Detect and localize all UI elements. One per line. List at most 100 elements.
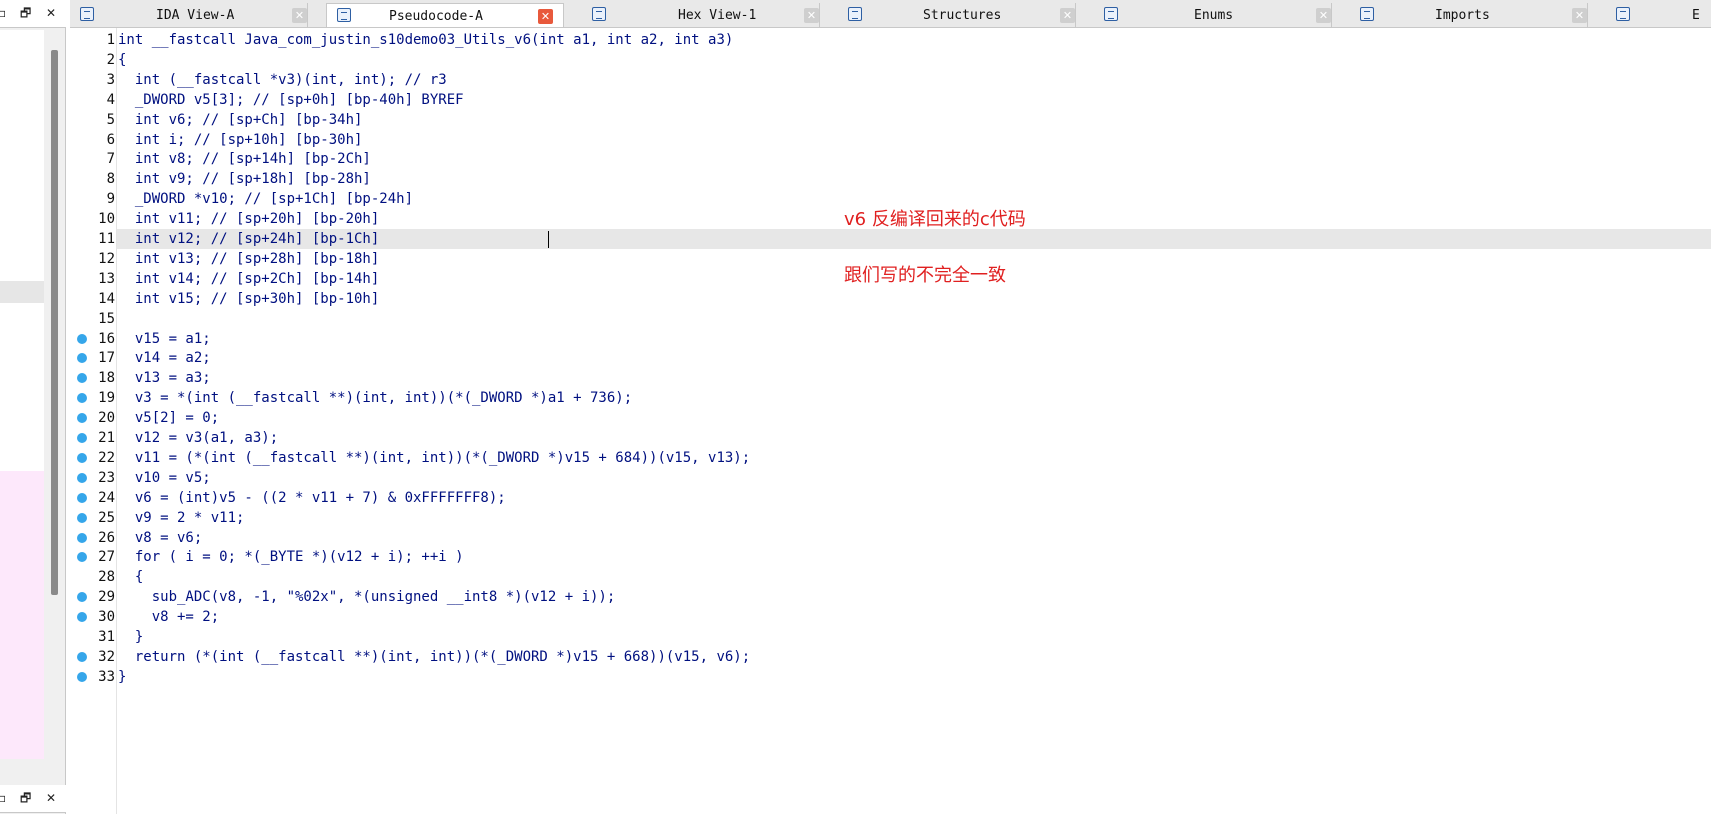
code-line[interactable]: 21 v12 = v3(a1, a3); (70, 428, 1711, 448)
pseudocode-icon (337, 8, 351, 22)
code-text[interactable]: int v11; // [sp+20h] [bp-20h] (118, 209, 379, 229)
code-line[interactable]: 15 (70, 309, 1711, 329)
code-text[interactable]: int v9; // [sp+18h] [bp-28h] (118, 169, 371, 189)
code-line[interactable]: 16 v15 = a1; (70, 329, 1711, 349)
close-icon[interactable]: ✕ (46, 791, 56, 805)
code-line[interactable]: 7 int v8; // [sp+14h] [bp-2Ch] (70, 149, 1711, 169)
code-line[interactable]: 32 return (*(int (__fastcall **)(int, in… (70, 647, 1711, 667)
code-text[interactable]: v12 = v3(a1, a3); (118, 428, 278, 448)
minimize-icon[interactable]: ▫ (0, 6, 6, 20)
code-text[interactable]: } (118, 627, 143, 647)
code-text[interactable]: int v15; // [sp+30h] [bp-10h] (118, 289, 379, 309)
line-number: 26 (98, 529, 115, 546)
tab-exports[interactable]: E (1606, 3, 1711, 27)
line-number: 6 (106, 131, 115, 148)
close-tab-icon[interactable]: ✕ (292, 8, 307, 23)
close-icon[interactable]: ✕ (46, 6, 56, 20)
line-number: 10 (98, 211, 115, 228)
code-line[interactable]: 5 int v6; // [sp+Ch] [bp-34h] (70, 110, 1711, 130)
code-line[interactable]: 2{ (70, 50, 1711, 70)
code-text[interactable]: int v13; // [sp+28h] [bp-18h] (118, 249, 379, 269)
close-tab-icon[interactable]: ✕ (1572, 8, 1587, 23)
line-number: 5 (106, 111, 115, 128)
code-line[interactable]: 33} (70, 667, 1711, 687)
code-text[interactable]: v11 = (*(int (__fastcall **)(int, int))(… (118, 448, 750, 468)
code-line[interactable]: 24 v6 = (int)v5 - ((2 * v11 + 7) & 0xFFF… (70, 488, 1711, 508)
code-line[interactable]: 18 v13 = a3; (70, 368, 1711, 388)
code-line[interactable]: 19 v3 = *(int (__fastcall **)(int, int))… (70, 388, 1711, 408)
line-number: 12 (98, 250, 115, 267)
tab-label: Structures (923, 8, 1002, 23)
code-line[interactable]: 27 for ( i = 0; *(_BYTE *)(v12 + i); ++i… (70, 547, 1711, 567)
code-text[interactable]: _DWORD v5[3]; // [sp+0h] [bp-40h] BYREF (118, 90, 464, 110)
tab-hex-view-1[interactable]: Hex View-1 ✕ (582, 3, 820, 27)
code-line[interactable]: 22 v11 = (*(int (__fastcall **)(int, int… (70, 448, 1711, 468)
enums-icon (1104, 7, 1118, 21)
close-tab-icon[interactable]: ✕ (1060, 8, 1075, 23)
code-line[interactable]: 14 int v15; // [sp+30h] [bp-10h] (70, 289, 1711, 309)
code-line[interactable]: 20 v5[2] = 0; (70, 408, 1711, 428)
code-text[interactable]: { (118, 567, 143, 587)
line-number: 4 (106, 91, 115, 108)
code-text[interactable]: _DWORD *v10; // [sp+1Ch] [bp-24h] (118, 189, 413, 209)
code-text[interactable]: { (118, 50, 126, 70)
code-text[interactable]: int v14; // [sp+2Ch] [bp-14h] (118, 269, 379, 289)
code-text[interactable]: v13 = a3; (118, 368, 211, 388)
tab-structures[interactable]: Structures ✕ (838, 3, 1076, 27)
tab-imports[interactable]: Imports ✕ (1350, 3, 1588, 27)
code-text[interactable]: v9 = 2 * v11; (118, 508, 245, 528)
code-line[interactable]: 28 { (70, 567, 1711, 587)
code-text[interactable]: v5[2] = 0; (118, 408, 219, 428)
code-line[interactable]: 23 v10 = v5; (70, 468, 1711, 488)
minimize-icon[interactable]: ▫ (0, 791, 6, 805)
function-list[interactable] (0, 30, 44, 759)
code-text[interactable]: int i; // [sp+10h] [bp-30h] (118, 130, 363, 150)
code-line[interactable]: 9 _DWORD *v10; // [sp+1Ch] [bp-24h] (70, 189, 1711, 209)
code-line[interactable]: 29 sub_ADC(v8, -1, "%02x", *(unsigned __… (70, 587, 1711, 607)
left-docked-panel: ▫ 🗗 ✕ ▫ 🗗 ✕ (0, 0, 66, 814)
code-text[interactable]: for ( i = 0; *(_BYTE *)(v12 + i); ++i ) (118, 547, 464, 567)
close-tab-icon[interactable]: ✕ (804, 8, 819, 23)
code-text[interactable]: int v8; // [sp+14h] [bp-2Ch] (118, 149, 371, 169)
code-text[interactable]: int v12; // [sp+24h] [bp-1Ch] (118, 229, 379, 249)
code-text[interactable]: int v6; // [sp+Ch] [bp-34h] (118, 110, 363, 130)
code-line[interactable]: 6 int i; // [sp+10h] [bp-30h] (70, 130, 1711, 150)
function-list-selected-row[interactable] (0, 281, 44, 303)
code-text[interactable]: } (118, 667, 126, 687)
code-text[interactable]: v14 = a2; (118, 348, 211, 368)
code-line[interactable]: 11 int v12; // [sp+24h] [bp-1Ch] (70, 229, 1711, 249)
code-line[interactable]: 25 v9 = 2 * v11; (70, 508, 1711, 528)
line-number: 3 (106, 71, 115, 88)
code-line[interactable]: 4 _DWORD v5[3]; // [sp+0h] [bp-40h] BYRE… (70, 90, 1711, 110)
code-text[interactable]: int __fastcall Java_com_justin_s10demo03… (118, 30, 733, 50)
code-text[interactable]: v15 = a1; (118, 329, 211, 349)
code-text[interactable]: v10 = v5; (118, 468, 211, 488)
code-text[interactable]: v6 = (int)v5 - ((2 * v11 + 7) & 0xFFFFFF… (118, 488, 506, 508)
line-number: 27 (98, 549, 115, 566)
code-line[interactable]: 1 int __fastcall Java_com_justin_s10demo0… (70, 30, 1711, 50)
left-panel-scrollbar-thumb[interactable] (51, 50, 58, 595)
code-text[interactable]: sub_ADC(v8, -1, "%02x", *(unsigned __int… (118, 587, 616, 607)
code-line[interactable]: 8 int v9; // [sp+18h] [bp-28h] (70, 169, 1711, 189)
close-tab-icon[interactable]: ✕ (1316, 8, 1331, 23)
line-number: 21 (98, 430, 115, 446)
code-line[interactable]: 17 v14 = a2; (70, 348, 1711, 368)
line-number: 8 (106, 171, 115, 188)
code-line[interactable]: 3 int (__fastcall *v3)(int, int); // r3 (70, 70, 1711, 90)
code-line[interactable]: 31 } (70, 627, 1711, 647)
restore-icon[interactable]: 🗗 (20, 791, 31, 805)
close-tab-icon[interactable]: ✕ (538, 9, 553, 24)
code-text[interactable]: v3 = *(int (__fastcall **)(int, int))(*(… (118, 388, 632, 408)
code-text[interactable]: return (*(int (__fastcall **)(int, int))… (118, 647, 750, 667)
tab-label: IDA View-A (156, 8, 235, 23)
code-text[interactable]: v8 += 2; (118, 607, 219, 627)
code-text[interactable]: v8 = v6; (118, 528, 202, 548)
code-line[interactable]: 30 v8 += 2; (70, 607, 1711, 627)
line-number: 22 (98, 449, 115, 466)
tab-ida-view-a[interactable]: IDA View-A ✕ (70, 3, 308, 27)
tab-enums[interactable]: Enums ✕ (1094, 3, 1332, 27)
code-line[interactable]: 26 v8 = v6; (70, 528, 1711, 548)
code-text[interactable]: int (__fastcall *v3)(int, int); // r3 (118, 70, 447, 90)
tab-pseudocode-a[interactable]: Pseudocode-A ✕ (326, 3, 564, 27)
restore-icon[interactable]: 🗗 (20, 6, 31, 20)
